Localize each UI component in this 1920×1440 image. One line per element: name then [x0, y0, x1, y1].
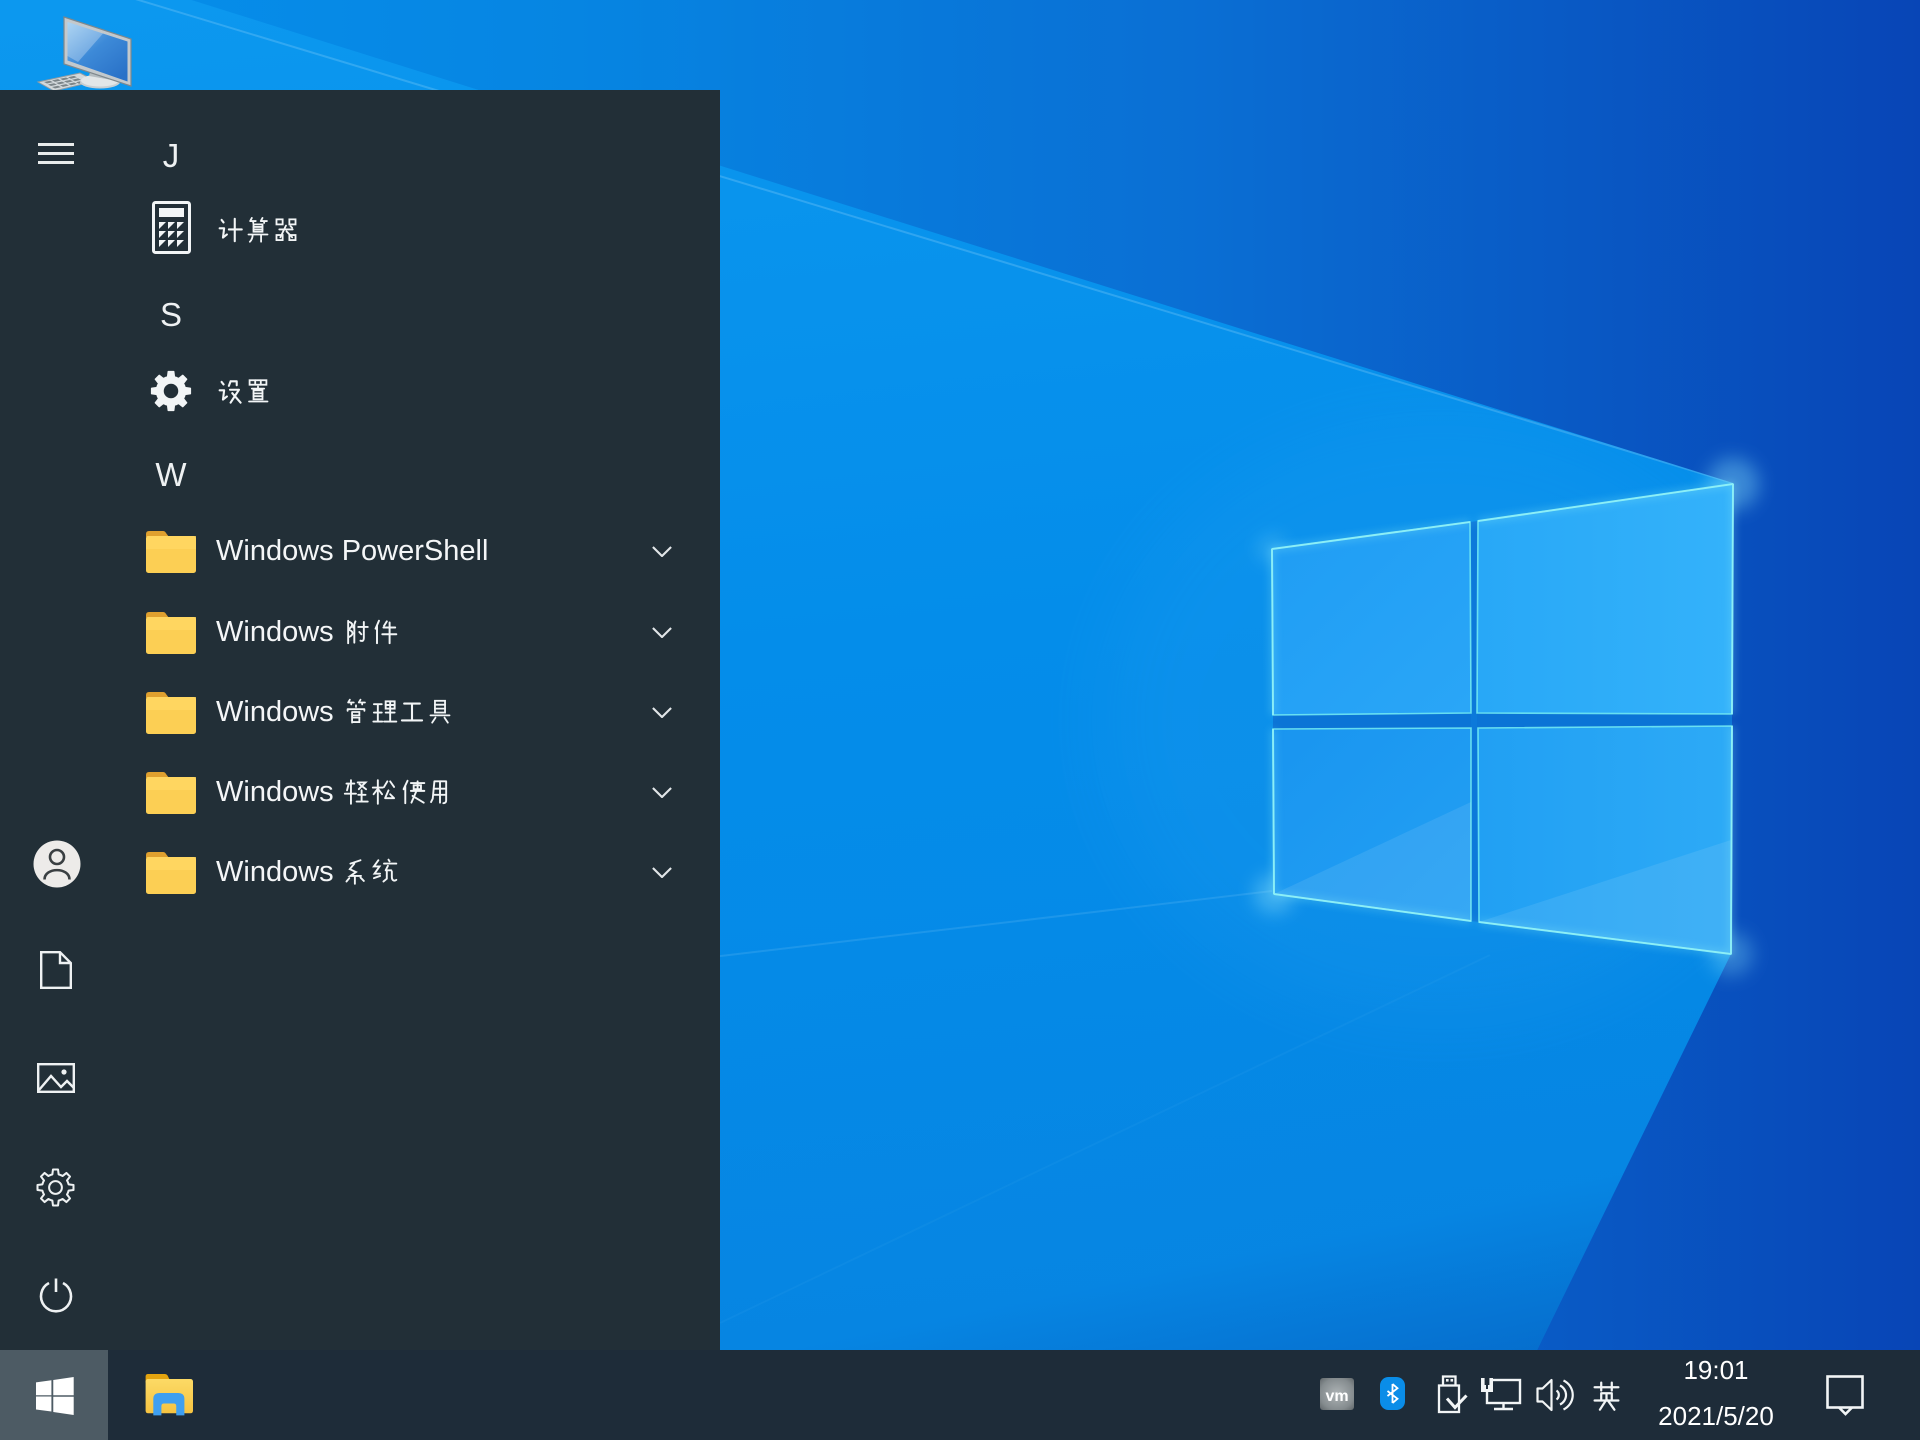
svg-text:vm: vm: [1325, 1388, 1348, 1405]
